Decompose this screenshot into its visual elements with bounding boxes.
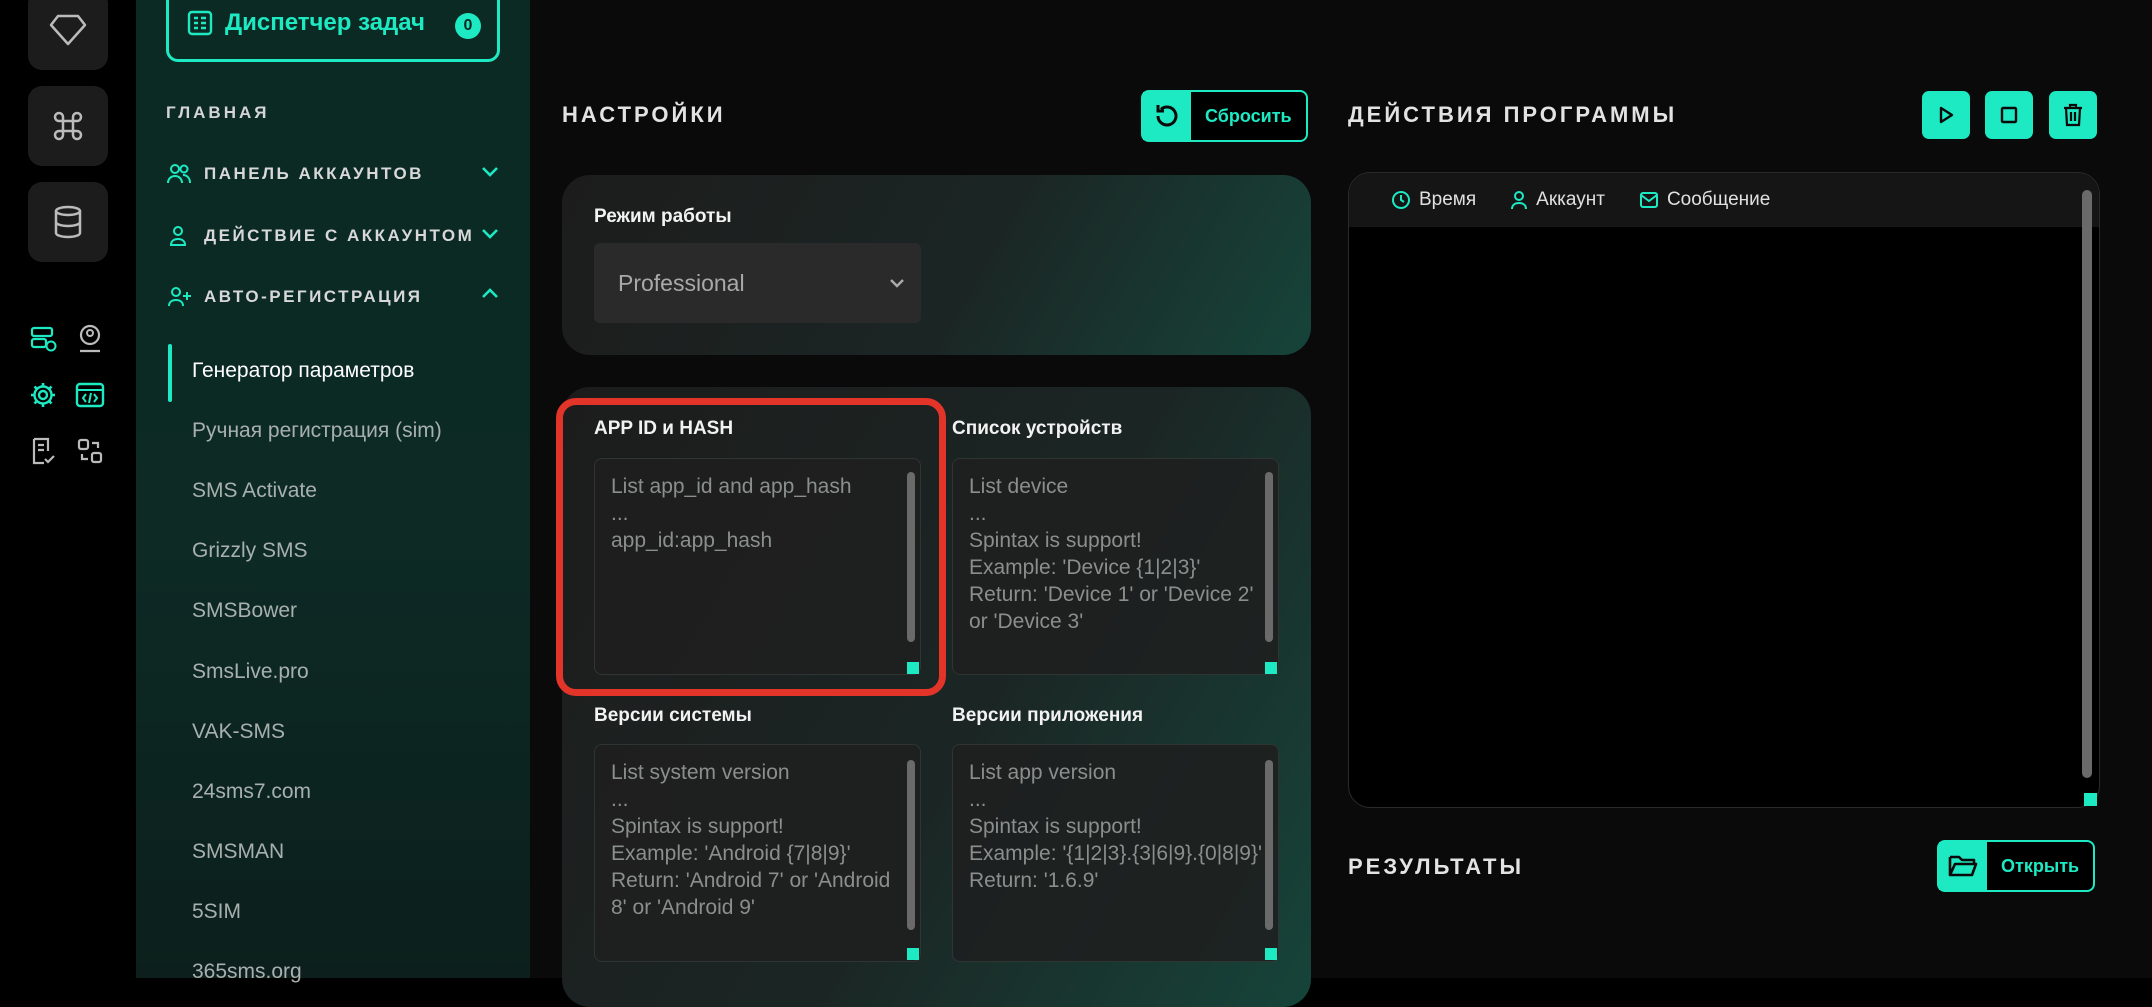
play-icon [1939, 106, 1954, 124]
database-icon[interactable] [28, 182, 108, 262]
scrollbar[interactable] [1265, 760, 1273, 930]
delete-button[interactable] [2049, 91, 2097, 139]
command-icon[interactable] [28, 86, 108, 166]
user-icon [1511, 191, 1528, 210]
nav-group-account-action[interactable]: ДЕЙСТВИЕ С АККАУНТОМ [166, 221, 500, 251]
stop-button[interactable] [1985, 91, 2033, 139]
active-item-indicator [168, 344, 172, 402]
user-location-icon[interactable] [74, 323, 106, 355]
log-column-label: Аккаунт [1536, 189, 1605, 210]
nav-group-label: АВТО-РЕГИСТРАЦИЯ [204, 287, 423, 306]
sidebar-item-sms-activate[interactable]: SMS Activate [192, 479, 317, 503]
system-versions-textarea[interactable]: List system version ... Spintax is suppo… [594, 744, 921, 962]
trash-icon [2064, 103, 2082, 127]
reset-icon [1143, 92, 1191, 140]
log-scrollbar[interactable] [2082, 190, 2092, 778]
chevron-down-icon [482, 167, 498, 177]
nav-group-label: ПАНЕЛЬ АККАУНТОВ [204, 164, 424, 183]
chevron-up-icon [482, 288, 498, 298]
scrollbar[interactable] [1265, 472, 1273, 642]
scrollbar[interactable] [907, 760, 915, 930]
diamond-icon[interactable] [28, 0, 108, 70]
log-column-time: Время [1391, 189, 1476, 211]
sidebar-item-smsman[interactable]: SMSMAN [192, 840, 284, 864]
users-icon [167, 164, 191, 184]
swap-icon[interactable] [74, 435, 106, 467]
sidebar-item-smslive[interactable]: SmsLive.pro [192, 660, 309, 684]
highlight-box [556, 398, 946, 696]
mail-icon [1639, 192, 1658, 208]
sidebar-item-smsbower[interactable]: SMSBower [192, 599, 297, 623]
settings-title: НАСТРОЙКИ [562, 102, 726, 127]
task-count-badge: 0 [455, 13, 481, 39]
resize-handle[interactable] [1265, 948, 1277, 960]
user-plus-icon [168, 287, 191, 307]
log-header: Время Аккаунт Сообщение [1349, 173, 2099, 227]
reset-label: Сбросить [1205, 105, 1292, 126]
log-column-account: Аккаунт [1510, 189, 1605, 211]
nav-group-accounts-panel[interactable]: ПАНЕЛЬ АККАУНТОВ [166, 159, 500, 189]
document-check-icon[interactable] [27, 435, 59, 467]
user-icon [169, 226, 187, 246]
section-main-heading: ГЛАВНАЯ [166, 103, 270, 122]
system-versions-label: Версии системы [594, 705, 752, 726]
nav-group-auto-registration[interactable]: АВТО-РЕГИСТРАЦИЯ [166, 282, 500, 312]
log-panel[interactable]: Время Аккаунт Сообщение [1348, 172, 2100, 808]
sidebar-item-manual-registration[interactable]: Ручная регистрация (sim) [192, 419, 442, 443]
folder-open-icon [1939, 842, 1987, 890]
resize-handle[interactable] [907, 948, 919, 960]
task-manager-icon [187, 10, 213, 36]
log-column-label: Сообщение [1666, 189, 1771, 210]
actions-title: ДЕЙСТВИЯ ПРОГРАММЫ [1348, 102, 1678, 127]
sidebar-item-24sms7[interactable]: 24sms7.com [192, 780, 311, 804]
open-label: Открыть [2001, 855, 2080, 876]
mode-select[interactable]: Professional [594, 243, 921, 323]
sidebar-item-365sms[interactable]: 365sms.org [192, 960, 302, 984]
reset-button[interactable]: Сбросить [1141, 90, 1308, 142]
chevron-down-icon [890, 279, 904, 288]
stop-icon [2000, 106, 2018, 124]
resize-handle[interactable] [1265, 662, 1277, 674]
resize-handle[interactable] [2084, 793, 2097, 806]
clock-icon [1392, 191, 1410, 209]
icon-rail [0, 0, 136, 978]
sidebar-item-parameter-generator[interactable]: Генератор параметров [192, 359, 414, 383]
device-list-label: Список устройств [952, 418, 1123, 439]
task-manager-button[interactable]: Диспетчер задач 0 [166, 0, 500, 62]
sidebar-item-5sim[interactable]: 5SIM [192, 900, 241, 924]
log-column-label: Время [1419, 189, 1477, 210]
server-check-icon[interactable] [27, 323, 59, 355]
app-versions-label: Версии приложения [952, 705, 1144, 726]
sidebar-item-grizzly-sms[interactable]: Grizzly SMS [192, 539, 308, 563]
results-title: РЕЗУЛЬТАТЫ [1348, 854, 1524, 879]
open-results-button[interactable]: Открыть [1937, 840, 2096, 892]
app-versions-textarea[interactable]: List app version ... Spintax is support!… [952, 744, 1279, 962]
settings-icon[interactable] [27, 379, 59, 411]
device-list-textarea[interactable]: List device ... Spintax is support! Exam… [952, 458, 1279, 675]
chevron-down-icon [482, 229, 498, 239]
log-column-message: Сообщение [1639, 189, 1770, 211]
mode-label: Режим работы [594, 206, 732, 227]
sidebar-item-vak-sms[interactable]: VAK-SMS [192, 720, 285, 744]
play-button[interactable] [1922, 91, 1970, 139]
sidebar: Диспетчер задач 0 ГЛАВНАЯ ПАНЕЛЬ АККАУНТ… [136, 0, 530, 983]
task-manager-label: Диспетчер задач [225, 9, 425, 36]
mode-select-value: Professional [618, 269, 745, 296]
code-window-icon[interactable] [74, 379, 106, 411]
nav-group-label: ДЕЙСТВИЕ С АККАУНТОМ [204, 226, 475, 245]
